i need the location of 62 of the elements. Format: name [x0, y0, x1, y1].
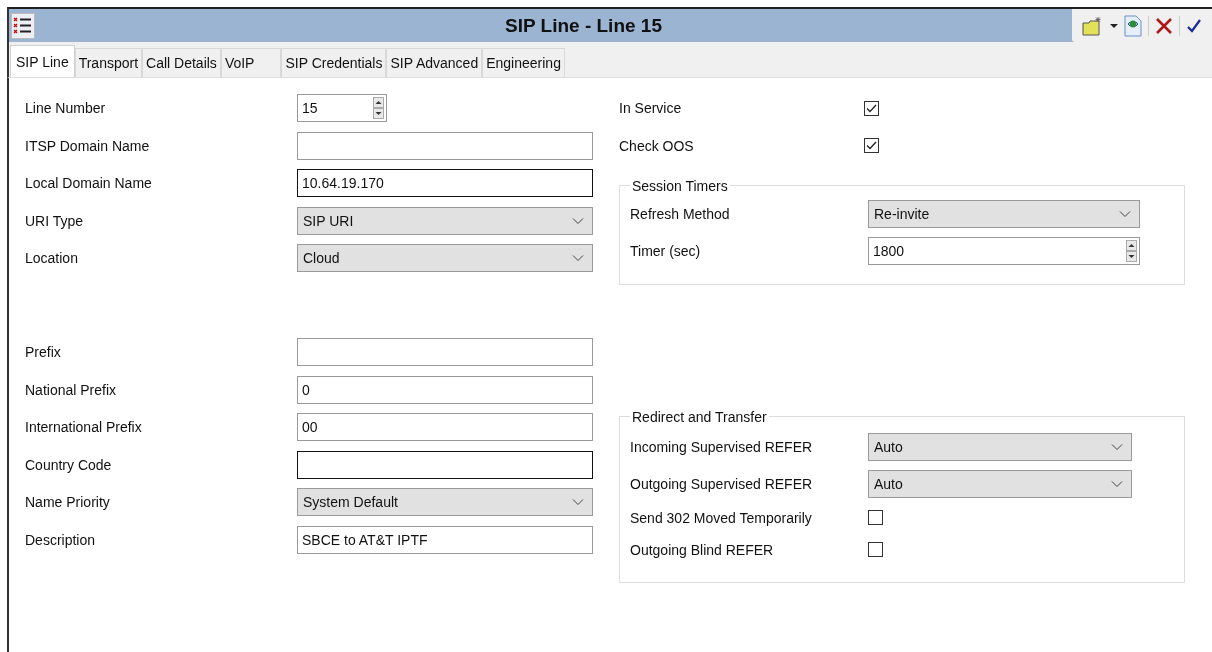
dropdown[interactable]: System Default: [297, 488, 593, 516]
tab[interactable]: Call Details: [142, 48, 221, 77]
chevron-down-icon: [572, 254, 584, 262]
field-label: Timer (sec): [630, 242, 702, 259]
delete-icon[interactable]: [1155, 16, 1173, 35]
field-label: Incoming Supervised REFER: [630, 438, 814, 455]
field-label: Description: [25, 531, 97, 548]
text-field[interactable]: [297, 450, 593, 479]
checkbox[interactable]: [868, 510, 883, 525]
caret-icon[interactable]: [1110, 22, 1118, 29]
window-title: SIP Line - Line 15: [504, 14, 663, 37]
tab[interactable]: Transport: [74, 48, 143, 77]
field-label: Name Priority: [25, 494, 111, 510]
text-field[interactable]: SBCE to AT&T IPTF: [297, 525, 593, 554]
dropdown[interactable]: Cloud: [297, 244, 593, 272]
field-label: In Service: [619, 100, 683, 116]
field-label: Country Code: [25, 456, 113, 473]
field-label: URI Type: [25, 212, 85, 229]
text-field[interactable]: 00: [297, 413, 593, 441]
document-icon[interactable]: [1124, 14, 1142, 37]
field-label: ITSP Domain Name: [25, 137, 151, 154]
tab[interactable]: Engineering: [482, 48, 565, 77]
field-label: Prefix: [25, 344, 62, 360]
text-field[interactable]: 0: [297, 375, 593, 404]
field-label: Send 302 Moved Temporarily: [630, 509, 813, 526]
spin-field[interactable]: 15: [297, 94, 387, 122]
text-field[interactable]: 10.64.19.170: [297, 169, 593, 197]
checklist-icon[interactable]: [11, 12, 35, 39]
tab[interactable]: SIP Line: [10, 45, 75, 77]
text-field[interactable]: [297, 338, 593, 366]
chevron-down-icon: [1111, 442, 1123, 451]
check-icon[interactable]: [1186, 18, 1202, 33]
tab[interactable]: VoIP: [220, 48, 282, 77]
group-title: Redirect and Transfer: [631, 408, 768, 425]
checkbox[interactable]: [864, 138, 879, 153]
tab[interactable]: SIP Credentials: [281, 48, 387, 77]
field-label: Local Domain Name: [25, 175, 153, 191]
spinner-arrows-icon[interactable]: [1126, 239, 1137, 262]
field-label: Outgoing Blind REFER: [630, 541, 775, 558]
field-label: Outgoing Supervised REFER: [630, 475, 814, 492]
spin-field[interactable]: 1800: [868, 236, 1140, 265]
field-label: Check OOS: [619, 137, 695, 154]
chevron-down-icon: [1111, 479, 1123, 488]
field-label: National Prefix: [25, 381, 118, 398]
chevron-down-icon: [1119, 209, 1131, 218]
field-label: Refresh Method: [630, 205, 731, 222]
dropdown[interactable]: SIP URI: [297, 206, 593, 235]
chevron-down-icon: [572, 498, 584, 506]
field-label: International Prefix: [25, 419, 143, 435]
checkbox[interactable]: [864, 100, 879, 116]
dropdown[interactable]: Auto: [868, 432, 1132, 461]
group-title: Session Timers: [631, 177, 729, 194]
field-label: Line Number: [25, 100, 107, 116]
folder-icon[interactable]: [1082, 15, 1104, 36]
text-field[interactable]: [297, 131, 593, 160]
spinner-arrows-icon[interactable]: [373, 97, 384, 119]
tab[interactable]: SIP Advanced: [386, 48, 483, 77]
checkbox[interactable]: [868, 542, 883, 557]
chevron-down-icon: [572, 216, 584, 225]
field-label: Location: [25, 250, 79, 266]
dropdown[interactable]: Auto: [868, 469, 1132, 498]
dropdown[interactable]: Re-invite: [868, 199, 1140, 228]
